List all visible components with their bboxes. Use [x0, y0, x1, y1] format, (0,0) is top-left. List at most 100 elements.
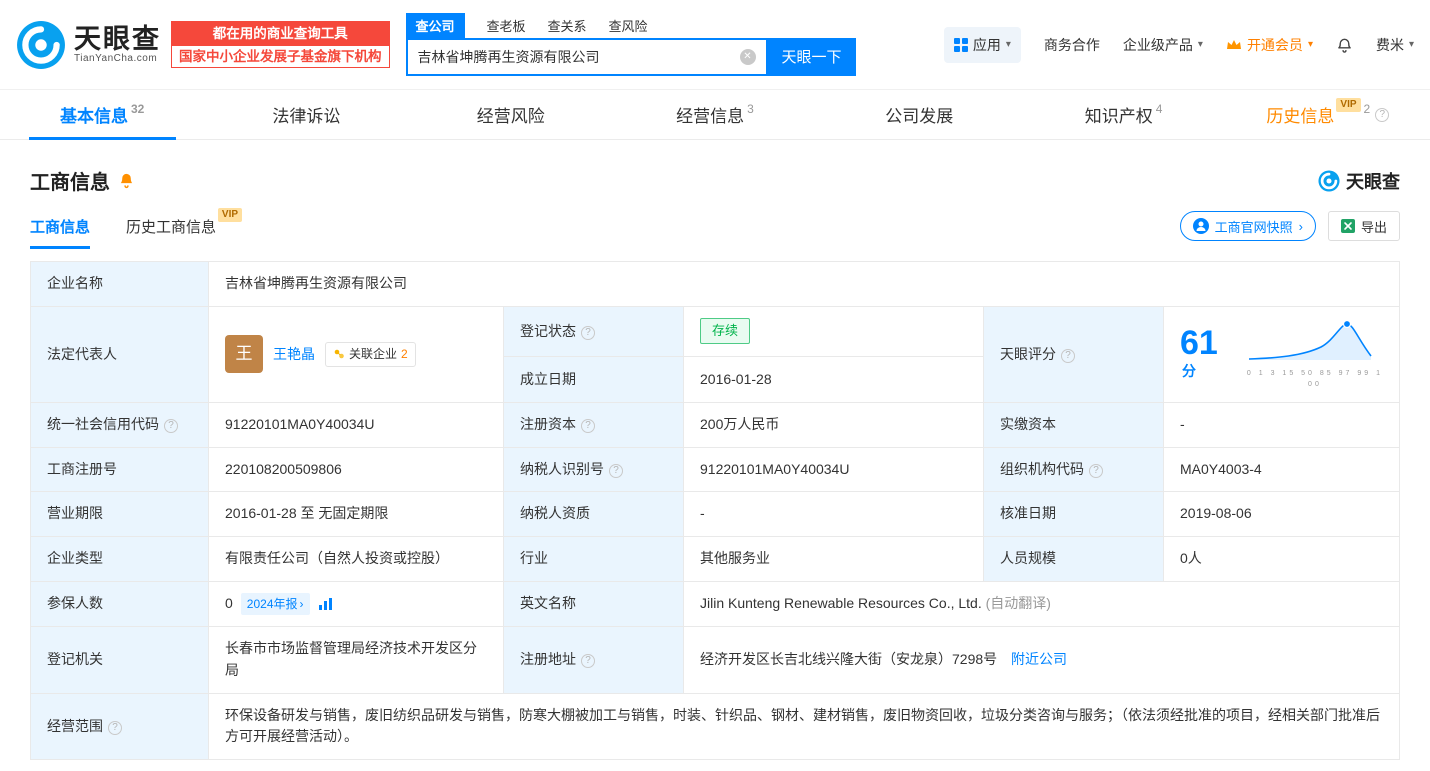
grid-icon: [954, 38, 968, 52]
table-row: 企业名称 吉林省坤腾再生资源有限公司: [31, 262, 1400, 307]
tab-count: 3: [747, 102, 754, 116]
bell-icon: [1336, 36, 1353, 54]
apps-menu-label: 应用: [973, 35, 1001, 55]
search-tab-boss[interactable]: 查老板: [487, 16, 526, 35]
help-icon[interactable]: ?: [581, 654, 595, 668]
paid-capital-label: 实缴资本: [984, 403, 1164, 448]
clear-search-icon[interactable]: ✕: [740, 49, 756, 65]
avatar[interactable]: 王: [225, 335, 263, 373]
search-tab-risk[interactable]: 查风险: [609, 16, 648, 35]
reg-number-value: 220108200509806: [209, 447, 504, 492]
company-name-value: 吉林省坤腾再生资源有限公司: [209, 262, 1400, 307]
table-row: 经营范围? 环保设备研发与销售，废旧纺织品研发与销售，防寒大棚被加工与销售，时装…: [31, 693, 1400, 759]
table-row: 营业期限 2016-01-28 至 无固定期限 纳税人资质 - 核准日期 201…: [31, 492, 1400, 537]
table-row: 企业类型 有限责任公司（自然人投资或控股） 行业 其他服务业 人员规模 0人: [31, 537, 1400, 582]
help-icon[interactable]: ?: [1089, 464, 1103, 478]
help-icon[interactable]: ?: [581, 419, 595, 433]
label-text: 天眼评分: [1000, 346, 1056, 362]
monitor-bell-icon[interactable]: [118, 172, 135, 190]
company-nav-tabs: 基本信息 32 法律诉讼 经营风险 经营信息 3 公司发展 知识产权 4 历史信…: [0, 90, 1430, 140]
person-badge-icon: [1193, 218, 1209, 234]
tab-operating-risk[interactable]: 经营风险: [409, 90, 613, 139]
business-term-value: 2016-01-28 至 无固定期限: [209, 492, 504, 537]
trend-chart-icon[interactable]: [318, 597, 334, 611]
export-button-label: 导出: [1361, 217, 1387, 236]
help-icon[interactable]: ?: [1375, 108, 1389, 122]
help-icon[interactable]: ?: [164, 419, 178, 433]
tab-count: 4: [1156, 102, 1163, 116]
english-name-value: Jilin Kunteng Renewable Resources Co., L…: [700, 595, 982, 611]
score-axis-labels: 0 1 3 15 50 85 97 99 100: [1247, 369, 1383, 391]
promo-banner: 都在用的商业查询工具 国家中小企业发展子基金旗下机构: [171, 21, 390, 68]
taxpayer-quality-value: -: [684, 492, 984, 537]
reg-status-label: 登记状态?: [504, 306, 684, 356]
promo-banner-line2: 国家中小企业发展子基金旗下机构: [172, 46, 389, 68]
notification-bell[interactable]: [1336, 36, 1353, 54]
biz-cooperation-menu[interactable]: 商务合作: [1044, 35, 1100, 55]
table-row: 工商注册号 220108200509806 纳税人识别号? 91220101MA…: [31, 447, 1400, 492]
industry-label: 行业: [504, 537, 684, 582]
apps-menu[interactable]: 应用 ▾: [944, 27, 1021, 63]
enterprise-product-menu[interactable]: 企业级产品 ▾: [1123, 35, 1203, 55]
tianyancha-logo[interactable]: 天眼查 TianYanCha.com: [16, 20, 161, 70]
label-text: 注册资本: [520, 416, 576, 432]
tab-history-info[interactable]: 历史信息 VIP 2 ?: [1226, 90, 1430, 139]
vip-upgrade-menu[interactable]: 开通会员 ▾: [1226, 35, 1313, 55]
table-row: 参保人数 0 2024年报 › 英文名称 Jilin Kun: [31, 581, 1400, 627]
tab-basic-info[interactable]: 基本信息 32: [0, 90, 204, 139]
help-icon[interactable]: ?: [581, 326, 595, 340]
search-tab-relation[interactable]: 查关系: [548, 16, 587, 35]
user-menu[interactable]: 费米 ▾: [1376, 35, 1414, 55]
tab-company-development[interactable]: 公司发展: [817, 90, 1021, 139]
insured-count-label: 参保人数: [31, 581, 209, 627]
nearby-companies-link[interactable]: 附近公司: [1011, 651, 1067, 667]
insured-count-value: 0: [225, 593, 233, 615]
snapshot-button-label: 工商官网快照: [1215, 217, 1293, 236]
search-button[interactable]: 天眼一下: [768, 38, 856, 76]
business-info-table: 企业名称 吉林省坤腾再生资源有限公司 法定代表人 王 王艳晶 关联企业: [30, 261, 1400, 760]
tianyancha-logo-icon: [16, 20, 66, 70]
excel-icon: [1341, 219, 1355, 233]
subtab-business-info[interactable]: 工商信息: [30, 216, 90, 249]
chevron-down-icon: ▾: [1308, 39, 1313, 50]
annual-report-badge[interactable]: 2024年报 ›: [241, 593, 310, 616]
reg-number-label: 工商注册号: [31, 447, 209, 492]
score-cell: 61分 0 1 3 15 50 85 97 99 100: [1164, 306, 1400, 402]
chevron-down-icon: ▾: [1006, 39, 1011, 50]
label-text: 纳税人识别号: [520, 461, 604, 477]
subtab-label: 历史工商信息: [126, 219, 216, 236]
taxpayer-quality-label: 纳税人资质: [504, 492, 684, 537]
help-icon[interactable]: ?: [1061, 349, 1075, 363]
tab-label: 法律诉讼: [272, 102, 340, 127]
legal-rep-cell: 王 王艳晶 关联企业 2: [209, 306, 504, 402]
staff-size-value: 0人: [1164, 537, 1400, 582]
help-icon[interactable]: ?: [609, 464, 623, 478]
help-icon[interactable]: ?: [108, 721, 122, 735]
tab-operating-info[interactable]: 经营信息 3: [613, 90, 817, 139]
legal-rep-name-link[interactable]: 王艳晶: [273, 344, 315, 366]
search-input[interactable]: [418, 49, 740, 65]
official-snapshot-button[interactable]: 工商官网快照 ›: [1180, 211, 1316, 241]
arrow-right-icon: ›: [300, 595, 304, 614]
org-code-value: MA0Y4003-4: [1164, 447, 1400, 492]
export-button[interactable]: 导出: [1328, 211, 1400, 241]
company-type-label: 企业类型: [31, 537, 209, 582]
tab-count: 32: [131, 102, 144, 116]
business-scope-label: 经营范围?: [31, 693, 209, 759]
brand-name: 天眼查: [74, 25, 161, 53]
user-name: 费米: [1376, 35, 1404, 55]
tab-legal-litigation[interactable]: 法律诉讼: [204, 90, 408, 139]
search-input-wrap: ✕: [406, 38, 768, 76]
section-title: 工商信息: [30, 166, 110, 195]
table-row: 统一社会信用代码? 91220101MA0Y40034U 注册资本? 200万人…: [31, 403, 1400, 448]
label-text: 经营范围: [47, 718, 103, 734]
business-term-label: 营业期限: [31, 492, 209, 537]
company-type-value: 有限责任公司（自然人投资或控股）: [209, 537, 504, 582]
reg-authority-value: 长春市市场监督管理局经济技术开发区分局: [209, 627, 504, 693]
search-tab-company[interactable]: 查公司: [406, 13, 465, 38]
tianyancha-logo-icon: [1318, 170, 1340, 192]
tab-intellectual-property[interactable]: 知识产权 4: [1021, 90, 1225, 139]
search-area: 查公司 查老板 查关系 查风险 ✕ 天眼一下: [406, 14, 856, 76]
subtab-history-business-info[interactable]: 历史工商信息 VIP: [126, 216, 216, 249]
related-company-tag[interactable]: 关联企业 2: [325, 342, 416, 367]
